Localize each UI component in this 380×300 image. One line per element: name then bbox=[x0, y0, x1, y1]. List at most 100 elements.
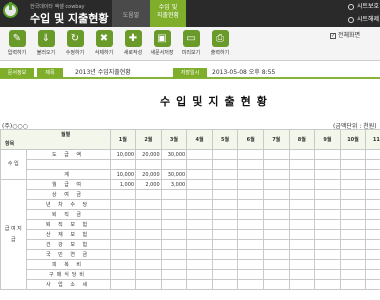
toolbar-button-7[interactable]: ⎙ 출력하기 bbox=[206, 30, 234, 56]
amount-cell[interactable] bbox=[262, 269, 290, 280]
amount-cell[interactable] bbox=[262, 219, 290, 230]
amount-cell[interactable] bbox=[237, 239, 264, 250]
amount-cell[interactable] bbox=[160, 259, 188, 270]
amount-cell[interactable] bbox=[262, 189, 290, 200]
amount-cell[interactable] bbox=[186, 249, 213, 260]
amount-cell[interactable] bbox=[186, 209, 213, 220]
amount-cell[interactable] bbox=[135, 229, 162, 240]
amount-cell[interactable] bbox=[135, 279, 162, 290]
amount-cell[interactable] bbox=[288, 219, 316, 230]
amount-cell[interactable] bbox=[288, 209, 316, 220]
amount-cell[interactable] bbox=[160, 279, 188, 290]
amount-cell[interactable] bbox=[339, 239, 367, 250]
amount-cell[interactable] bbox=[211, 279, 239, 290]
amount-cell[interactable] bbox=[160, 269, 188, 280]
tab-help[interactable]: 도움말 bbox=[112, 0, 150, 27]
amount-cell[interactable] bbox=[314, 239, 341, 250]
amount-cell[interactable] bbox=[288, 169, 316, 180]
amount-cell[interactable] bbox=[160, 239, 188, 250]
amount-cell[interactable] bbox=[365, 239, 380, 250]
amount-cell[interactable] bbox=[237, 249, 264, 260]
amount-cell[interactable] bbox=[314, 269, 341, 280]
amount-cell[interactable] bbox=[262, 209, 290, 220]
amount-cell[interactable] bbox=[339, 149, 367, 160]
amount-cell[interactable]: 3,000 bbox=[160, 179, 188, 190]
amount-cell[interactable] bbox=[262, 259, 290, 270]
amount-cell[interactable] bbox=[109, 209, 137, 220]
toolbar-button-3[interactable]: ✖ 삭제하기 bbox=[90, 30, 118, 56]
amount-cell[interactable]: 10,000 bbox=[109, 169, 137, 180]
amount-cell[interactable]: 30,000 bbox=[160, 149, 188, 160]
amount-cell[interactable] bbox=[211, 209, 239, 220]
amount-cell[interactable] bbox=[211, 249, 239, 260]
toolbar-button-5[interactable]: ▣ 새문서저장 bbox=[148, 30, 176, 56]
amount-cell[interactable] bbox=[109, 159, 137, 170]
amount-cell[interactable] bbox=[186, 189, 213, 200]
amount-cell[interactable] bbox=[237, 259, 264, 270]
amount-cell[interactable] bbox=[288, 179, 316, 190]
amount-cell[interactable] bbox=[288, 199, 316, 210]
amount-cell[interactable] bbox=[288, 249, 316, 260]
amount-cell[interactable] bbox=[365, 269, 380, 280]
amount-cell[interactable] bbox=[314, 189, 341, 200]
amount-cell[interactable] bbox=[314, 169, 341, 180]
amount-cell[interactable] bbox=[262, 169, 290, 180]
amount-cell[interactable] bbox=[135, 259, 162, 270]
amount-cell[interactable] bbox=[365, 199, 380, 210]
amount-cell[interactable] bbox=[365, 209, 380, 220]
amount-cell[interactable] bbox=[339, 279, 367, 290]
amount-cell[interactable] bbox=[211, 169, 239, 180]
amount-cell[interactable] bbox=[288, 279, 316, 290]
amount-cell[interactable] bbox=[211, 219, 239, 230]
amount-cell[interactable] bbox=[288, 159, 316, 170]
amount-cell[interactable] bbox=[365, 279, 380, 290]
amount-cell[interactable] bbox=[288, 149, 316, 160]
amount-cell[interactable] bbox=[160, 189, 188, 200]
amount-cell[interactable] bbox=[237, 279, 264, 290]
amount-cell[interactable] bbox=[365, 219, 380, 230]
amount-cell[interactable] bbox=[135, 219, 162, 230]
amount-cell[interactable] bbox=[237, 169, 264, 180]
amount-cell[interactable] bbox=[109, 219, 137, 230]
amount-cell[interactable] bbox=[186, 229, 213, 240]
amount-cell[interactable] bbox=[186, 279, 213, 290]
amount-cell[interactable] bbox=[262, 159, 290, 170]
amount-cell[interactable] bbox=[186, 199, 213, 210]
amount-cell[interactable] bbox=[135, 249, 162, 260]
amount-cell[interactable] bbox=[314, 159, 341, 170]
amount-cell[interactable] bbox=[211, 239, 239, 250]
amount-cell[interactable] bbox=[314, 259, 341, 270]
amount-cell[interactable] bbox=[262, 229, 290, 240]
amount-cell[interactable] bbox=[109, 269, 137, 280]
amount-cell[interactable] bbox=[109, 249, 137, 260]
amount-cell[interactable] bbox=[339, 249, 367, 260]
amount-cell[interactable] bbox=[237, 159, 264, 170]
amount-cell[interactable] bbox=[186, 149, 213, 160]
amount-cell[interactable] bbox=[262, 249, 290, 260]
amount-cell[interactable] bbox=[109, 259, 137, 270]
amount-cell[interactable] bbox=[109, 189, 137, 200]
amount-cell[interactable]: 10,000 bbox=[109, 149, 137, 160]
amount-cell[interactable] bbox=[186, 219, 213, 230]
amount-cell[interactable] bbox=[211, 179, 239, 190]
amount-cell[interactable] bbox=[288, 269, 316, 280]
sheet-unprotect-button[interactable]: 시트해제 bbox=[345, 14, 380, 26]
amount-cell[interactable] bbox=[237, 229, 264, 240]
amount-cell[interactable] bbox=[109, 239, 137, 250]
amount-cell[interactable] bbox=[365, 169, 380, 180]
amount-cell[interactable] bbox=[262, 239, 290, 250]
toolbar-button-1[interactable]: ⇓ 불러오기 bbox=[32, 30, 60, 56]
amount-cell[interactable] bbox=[186, 259, 213, 270]
amount-cell[interactable] bbox=[314, 229, 341, 240]
amount-cell[interactable] bbox=[314, 209, 341, 220]
amount-cell[interactable] bbox=[160, 229, 188, 240]
amount-cell[interactable]: 20,000 bbox=[135, 169, 162, 180]
amount-cell[interactable] bbox=[237, 189, 264, 200]
amount-cell[interactable] bbox=[314, 199, 341, 210]
amount-cell[interactable]: 20,000 bbox=[135, 149, 162, 160]
amount-cell[interactable] bbox=[186, 269, 213, 280]
amount-cell[interactable] bbox=[186, 179, 213, 190]
amount-cell[interactable] bbox=[339, 199, 367, 210]
amount-cell[interactable] bbox=[339, 169, 367, 180]
amount-cell[interactable] bbox=[237, 179, 264, 190]
